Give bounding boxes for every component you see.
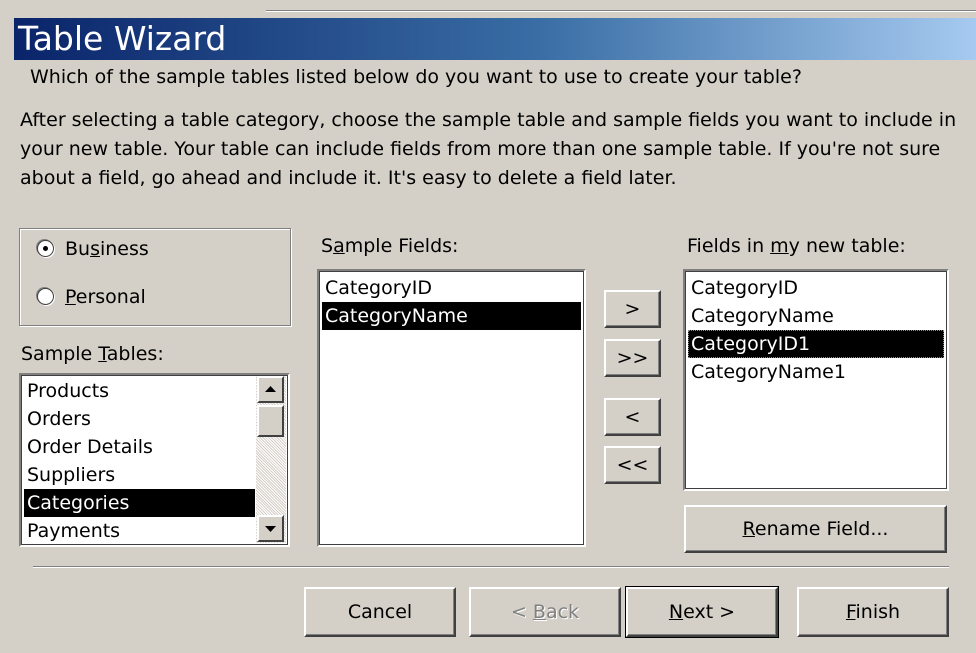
- list-item[interactable]: CategoryID: [322, 274, 581, 302]
- back-button[interactable]: < Back: [469, 587, 621, 637]
- rename-field-button[interactable]: Rename Field...: [684, 505, 947, 553]
- sample-tables-listbox[interactable]: Products Orders Order Details Suppliers …: [19, 373, 290, 547]
- sample-fields-label: Sample Fields:: [321, 235, 459, 257]
- list-item[interactable]: Suppliers: [24, 461, 255, 489]
- window-title: Table Wizard: [18, 19, 227, 58]
- list-item[interactable]: CategoryName1: [688, 358, 944, 386]
- sample-fields-listbox[interactable]: CategoryID CategoryName: [317, 269, 586, 547]
- category-group: [19, 228, 291, 326]
- next-button[interactable]: Next >: [625, 586, 779, 638]
- list-item[interactable]: Order Details: [24, 433, 255, 461]
- scrollbar[interactable]: [256, 376, 286, 543]
- instructions-paragraph: After selecting a table category, choose…: [20, 109, 957, 189]
- title-bar[interactable]: Table Wizard: [14, 18, 976, 60]
- business-radio[interactable]: [37, 240, 54, 257]
- window-left-edge: [0, 18, 14, 653]
- list-item-selected[interactable]: Categories: [24, 489, 255, 517]
- question-text: Which of the sample tables listed below …: [30, 66, 802, 88]
- arrow-up-icon: [265, 386, 276, 392]
- add-all-fields-button[interactable]: >>: [604, 339, 661, 377]
- list-item[interactable]: Payments: [24, 517, 255, 545]
- window-top-edge: [0, 0, 976, 16]
- business-label[interactable]: Business: [65, 236, 149, 262]
- remove-all-fields-button[interactable]: <<: [604, 446, 661, 484]
- footer-separator-highlight: [33, 567, 949, 568]
- personal-radio[interactable]: [37, 288, 54, 305]
- finish-button[interactable]: Finish: [797, 587, 949, 637]
- list-item[interactable]: Orders: [24, 405, 255, 433]
- scroll-up-button[interactable]: [257, 376, 284, 403]
- scroll-down-button[interactable]: [257, 515, 284, 542]
- list-item[interactable]: CategoryID: [688, 274, 944, 302]
- add-field-button[interactable]: >: [604, 290, 661, 328]
- arrow-down-icon: [265, 526, 276, 532]
- remove-field-button[interactable]: <: [604, 398, 661, 436]
- new-table-fields-label: Fields in my new table:: [687, 235, 906, 257]
- radio-selected-dot: [43, 246, 48, 251]
- new-table-fields-listbox[interactable]: CategoryID CategoryName CategoryID1 Cate…: [683, 269, 949, 491]
- list-item[interactable]: Products: [24, 377, 255, 405]
- window-top-line-highlight: [266, 11, 976, 12]
- personal-label[interactable]: Personal: [65, 284, 146, 310]
- list-item[interactable]: CategoryName: [688, 302, 944, 330]
- cancel-button[interactable]: Cancel: [304, 587, 456, 637]
- list-item-selected[interactable]: CategoryID1: [688, 330, 944, 358]
- scroll-thumb[interactable]: [257, 405, 284, 437]
- list-item-selected[interactable]: CategoryName: [322, 302, 581, 330]
- sample-tables-label: Sample Tables:: [21, 343, 164, 365]
